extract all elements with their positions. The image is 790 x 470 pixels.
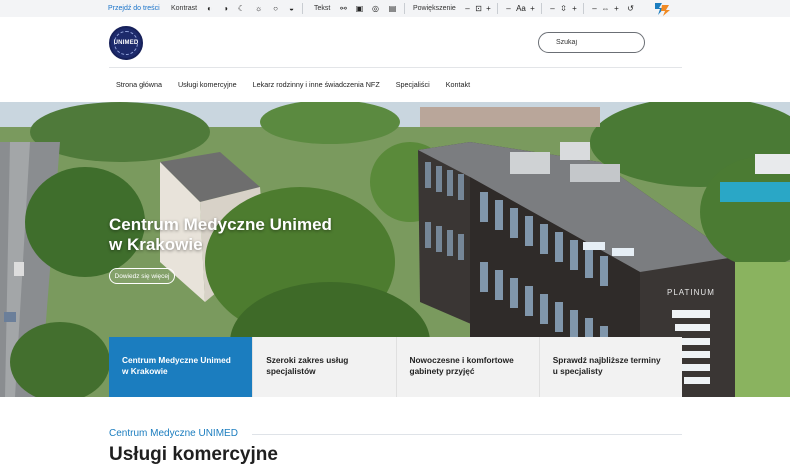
font-size-icon: Aa [516,3,526,13]
zoom-label: Powiększenie [413,5,456,12]
reset-icon[interactable]: ↺ [625,3,636,14]
contrast-icon[interactable]: ◐ [204,3,215,14]
circle-icon[interactable]: ○ [270,3,281,14]
cup-icon[interactable]: ◒ [286,3,297,14]
section-title: Usługi komercyjne [109,444,278,465]
site-logo[interactable]: UNIMED [109,26,143,60]
nav-item-nfz[interactable]: Lekarz rodzinny i inne świadczenia NFZ [253,80,380,89]
font-minus-icon[interactable]: – [503,3,514,14]
section-eyebrow: Centrum Medyczne UNIMED [109,428,238,439]
zoom-minus-icon[interactable]: – [462,3,473,14]
skip-to-content-link[interactable]: Przejdź do treści [108,5,160,12]
nav-item-contact[interactable]: Kontakt [446,80,470,89]
grid-icon[interactable]: ▣ [354,3,365,14]
line-height-minus-icon[interactable]: – [547,3,558,14]
learn-more-button[interactable]: Dowiedz się więcej [109,268,175,284]
building-sign-text: PLATINUM [667,288,715,297]
feature-card-unimed[interactable]: Centrum Medyczne Unimed w Krakowie [109,337,253,397]
feature-card-line1: Centrum Medyczne Unimed [122,355,231,365]
link-icon[interactable]: ⚯ [338,3,349,14]
letter-spacing-plus-icon[interactable]: + [611,3,622,14]
header-divider [109,67,682,68]
doc-icon[interactable]: ▤ [387,3,398,14]
hero-title-line1: Centrum Medyczne Unimed [109,215,332,234]
accessibility-toolbar: Przejdź do treści Kontrast ◐ ◑ ☾ ☼ ○ ◒ T… [0,0,790,17]
feature-card-line2: u specjalisty [552,366,603,376]
partner-logo-icon [655,3,670,16]
sun-icon[interactable]: ☼ [253,3,264,14]
toolbar-divider [302,3,303,14]
zoom-plus-icon[interactable]: + [483,3,494,14]
feature-card-line1: Szeroki zakres usług [266,355,349,365]
feature-card-appointments[interactable]: Sprawdź najbliższe terminy u specjalisty [538,337,682,397]
logo-text: UNIMED [113,40,139,46]
line-height-icon: ⇳ [560,3,567,13]
toolbar-divider [497,3,498,14]
search-input[interactable] [538,32,645,53]
font-plus-icon[interactable]: + [527,3,538,14]
contrast-label: Kontrast [171,5,198,12]
moon-icon[interactable]: ☾ [236,3,247,14]
feature-card-line2: w Krakowie [122,366,168,376]
nav-item-commercial[interactable]: Usługi komercyjne [178,80,237,89]
nav-item-specialists[interactable]: Specjaliści [396,80,430,89]
contrast-half-icon[interactable]: ◑ [220,3,231,14]
circle-check-icon[interactable]: ◎ [370,3,381,14]
toolbar-divider [541,3,542,14]
feature-card-line2: gabinety przyjęć [409,366,475,376]
text-label: Tekst [314,5,331,12]
site-header: UNIMED Strona główna Usługi komercyjne L… [0,17,790,102]
feature-cards: Centrum Medyczne Unimed w Krakowie Szero… [109,337,682,397]
letter-spacing-icon: ⇔ [601,3,610,13]
feature-card-line2: specjalistów [266,366,316,376]
nav-item-home[interactable]: Strona główna [116,80,162,89]
hero-title-line2: w Krakowie [109,235,203,254]
section-eyebrow-line [252,434,682,435]
feature-card-line1: Nowoczesne i komfortowe [409,355,514,365]
hero-title: Centrum Medyczne Unimed w Krakowie [109,215,409,255]
main-nav: Strona główna Usługi komercyjne Lekarz r… [116,80,486,89]
toolbar-divider [583,3,584,14]
toolbar-divider [404,3,405,14]
line-height-plus-icon[interactable]: + [569,3,580,14]
feature-card-line1: Sprawdź najbliższe terminy [552,355,661,365]
feature-card-offices[interactable]: Nowoczesne i komfortowe gabinety przyjęć [395,337,539,397]
letter-spacing-minus-icon[interactable]: – [589,3,600,14]
feature-card-specialists[interactable]: Szeroki zakres usług specjalistów [252,337,396,397]
